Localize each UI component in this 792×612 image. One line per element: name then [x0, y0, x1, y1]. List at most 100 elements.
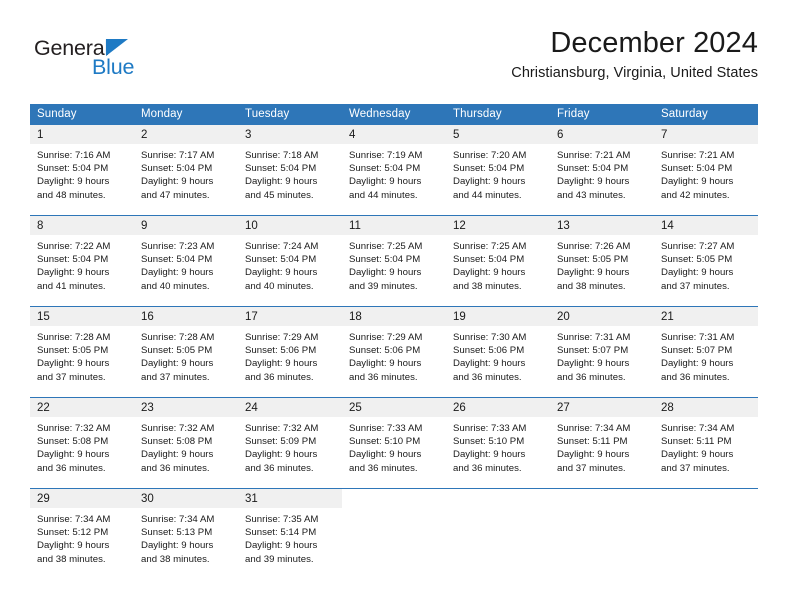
- day-cell[interactable]: 8 Sunrise: 7:22 AM Sunset: 5:04 PM Daylight…: [30, 215, 134, 307]
- sunset-text: Sunset: 5:11 PM: [661, 436, 732, 448]
- day-cell[interactable]: 30 Sunrise: 7:34 AM Sunset: 5:13 PM Dayligh…: [134, 488, 238, 579]
- daylight-text-line2: and 38 minutes.: [453, 280, 522, 292]
- day-details: Sunrise: 7:32 AM Sunset: 5:08 PM Daylight:…: [30, 417, 134, 475]
- day-number: 17: [238, 307, 342, 326]
- sunset-text: Sunset: 5:04 PM: [245, 163, 317, 175]
- sunrise-text: Sunrise: 7:33 AM: [349, 423, 423, 434]
- daylight-text-line2: and 37 minutes.: [661, 280, 730, 292]
- calendar-week-row: 22 Sunrise: 7:32 AM Sunset: 5:08 PM Dayligh…: [30, 397, 758, 489]
- day-cell[interactable]: 22 Sunrise: 7:32 AM Sunset: 5:08 PM Dayligh…: [30, 397, 134, 489]
- sunset-text: Sunset: 5:06 PM: [453, 345, 525, 357]
- daylight-text-line1: Daylight: 9 hours: [245, 176, 318, 188]
- day-cell[interactable]: 18 Sunrise: 7:29 AM Sunset: 5:06 PM Dayligh…: [342, 306, 446, 398]
- daylight-text-line2: and 38 minutes.: [141, 553, 210, 565]
- day-details: Sunrise: 7:21 AM Sunset: 5:04 PM Daylight:…: [654, 144, 758, 202]
- sunset-text: Sunset: 5:08 PM: [37, 436, 109, 448]
- day-cell[interactable]: 10 Sunrise: 7:24 AM Sunset: 5:04 PM Dayligh…: [238, 215, 342, 307]
- sunrise-text: Sunrise: 7:24 AM: [245, 241, 319, 252]
- day-cell[interactable]: 29 Sunrise: 7:34 AM Sunset: 5:12 PM Dayligh…: [30, 488, 134, 579]
- daylight-text-line2: and 36 minutes.: [349, 462, 418, 474]
- daylight-text-line1: Daylight: 9 hours: [661, 176, 734, 188]
- day-cell[interactable]: 17 Sunrise: 7:29 AM Sunset: 5:06 PM Dayligh…: [238, 306, 342, 398]
- sunrise-text: Sunrise: 7:34 AM: [661, 423, 735, 434]
- sunrise-text: Sunrise: 7:23 AM: [141, 241, 215, 252]
- daylight-text-line1: Daylight: 9 hours: [661, 358, 734, 370]
- day-number: [550, 489, 654, 508]
- daylight-text-line2: and 48 minutes.: [37, 189, 106, 201]
- daylight-text-line1: Daylight: 9 hours: [37, 358, 110, 370]
- daylight-text-line1: Daylight: 9 hours: [245, 540, 318, 552]
- day-cell[interactable]: 3 Sunrise: 7:18 AM Sunset: 5:04 PM Daylight…: [238, 125, 342, 216]
- sunrise-text: Sunrise: 7:34 AM: [557, 423, 631, 434]
- sunset-text: Sunset: 5:05 PM: [141, 345, 213, 357]
- sunrise-text: Sunrise: 7:35 AM: [245, 514, 319, 525]
- sunset-text: Sunset: 5:07 PM: [661, 345, 733, 357]
- day-details: Sunrise: 7:27 AM Sunset: 5:05 PM Daylight:…: [654, 235, 758, 293]
- day-cell[interactable]: 27 Sunrise: 7:34 AM Sunset: 5:11 PM Dayligh…: [550, 397, 654, 489]
- day-cell[interactable]: 25 Sunrise: 7:33 AM Sunset: 5:10 PM Dayligh…: [342, 397, 446, 489]
- day-number: 11: [342, 216, 446, 235]
- day-cell[interactable]: 1 Sunrise: 7:16 AM Sunset: 5:04 PM Daylight…: [30, 125, 134, 216]
- sunrise-text: Sunrise: 7:18 AM: [245, 150, 319, 161]
- day-cell[interactable]: 26 Sunrise: 7:33 AM Sunset: 5:10 PM Dayligh…: [446, 397, 550, 489]
- daylight-text-line2: and 36 minutes.: [453, 462, 522, 474]
- day-cell[interactable]: 28 Sunrise: 7:34 AM Sunset: 5:11 PM Dayligh…: [654, 397, 758, 489]
- day-cell[interactable]: 13 Sunrise: 7:26 AM Sunset: 5:05 PM Dayligh…: [550, 215, 654, 307]
- day-cell[interactable]: 31 Sunrise: 7:35 AM Sunset: 5:14 PM Dayligh…: [238, 488, 342, 579]
- day-cell[interactable]: 20 Sunrise: 7:31 AM Sunset: 5:07 PM Dayligh…: [550, 306, 654, 398]
- day-details: Sunrise: 7:19 AM Sunset: 5:04 PM Daylight:…: [342, 144, 446, 202]
- day-cell[interactable]: 15 Sunrise: 7:28 AM Sunset: 5:05 PM Dayligh…: [30, 306, 134, 398]
- day-cell[interactable]: 4 Sunrise: 7:19 AM Sunset: 5:04 PM Daylight…: [342, 125, 446, 216]
- day-number: 27: [550, 398, 654, 417]
- page-subtitle: Christiansburg, Virginia, United States: [511, 65, 758, 82]
- daylight-text-line2: and 45 minutes.: [245, 189, 314, 201]
- day-number: 23: [134, 398, 238, 417]
- calendar-body: 1 Sunrise: 7:16 AM Sunset: 5:04 PM Daylight…: [30, 125, 758, 579]
- day-cell-empty: [342, 488, 446, 579]
- weekday-header-monday: Monday: [134, 104, 238, 125]
- day-cell[interactable]: 11 Sunrise: 7:25 AM Sunset: 5:04 PM Dayligh…: [342, 215, 446, 307]
- sunrise-text: Sunrise: 7:22 AM: [37, 241, 111, 252]
- day-details: Sunrise: 7:28 AM Sunset: 5:05 PM Daylight:…: [134, 326, 238, 384]
- sunrise-text: Sunrise: 7:27 AM: [661, 241, 735, 252]
- day-cell-empty: [654, 488, 758, 579]
- day-number: 12: [446, 216, 550, 235]
- weekday-header-saturday: Saturday: [654, 104, 758, 125]
- day-cell[interactable]: 16 Sunrise: 7:28 AM Sunset: 5:05 PM Dayligh…: [134, 306, 238, 398]
- day-cell[interactable]: 21 Sunrise: 7:31 AM Sunset: 5:07 PM Dayligh…: [654, 306, 758, 398]
- sunset-text: Sunset: 5:04 PM: [349, 163, 421, 175]
- calendar-header-row: Sunday Monday Tuesday Wednesday Thursday…: [30, 104, 758, 125]
- day-cell[interactable]: 9 Sunrise: 7:23 AM Sunset: 5:04 PM Daylight…: [134, 215, 238, 307]
- day-cell[interactable]: 12 Sunrise: 7:25 AM Sunset: 5:04 PM Dayligh…: [446, 215, 550, 307]
- day-cell[interactable]: 14 Sunrise: 7:27 AM Sunset: 5:05 PM Dayligh…: [654, 215, 758, 307]
- day-number: 9: [134, 216, 238, 235]
- daylight-text-line2: and 36 minutes.: [245, 462, 314, 474]
- sunset-text: Sunset: 5:05 PM: [661, 254, 733, 266]
- page-header: General Blue December 2024 Christiansbur…: [0, 0, 792, 100]
- day-details: Sunrise: 7:29 AM Sunset: 5:06 PM Daylight:…: [238, 326, 342, 384]
- day-number: 28: [654, 398, 758, 417]
- day-number: 31: [238, 489, 342, 508]
- day-cell[interactable]: 23 Sunrise: 7:32 AM Sunset: 5:08 PM Dayligh…: [134, 397, 238, 489]
- sunset-text: Sunset: 5:04 PM: [141, 163, 213, 175]
- sunset-text: Sunset: 5:04 PM: [37, 254, 109, 266]
- sunrise-text: Sunrise: 7:25 AM: [349, 241, 423, 252]
- daylight-text-line2: and 37 minutes.: [37, 371, 106, 383]
- day-cell[interactable]: 7 Sunrise: 7:21 AM Sunset: 5:04 PM Daylight…: [654, 125, 758, 216]
- day-cell[interactable]: 19 Sunrise: 7:30 AM Sunset: 5:06 PM Dayligh…: [446, 306, 550, 398]
- sunset-text: Sunset: 5:04 PM: [141, 254, 213, 266]
- sunset-text: Sunset: 5:08 PM: [141, 436, 213, 448]
- daylight-text-line1: Daylight: 9 hours: [557, 358, 630, 370]
- day-number: 10: [238, 216, 342, 235]
- day-cell[interactable]: 6 Sunrise: 7:21 AM Sunset: 5:04 PM Daylight…: [550, 125, 654, 216]
- day-cell[interactable]: 5 Sunrise: 7:20 AM Sunset: 5:04 PM Daylight…: [446, 125, 550, 216]
- day-number: [342, 489, 446, 508]
- day-cell[interactable]: 24 Sunrise: 7:32 AM Sunset: 5:09 PM Dayligh…: [238, 397, 342, 489]
- daylight-text-line1: Daylight: 9 hours: [349, 267, 422, 279]
- sunset-text: Sunset: 5:05 PM: [557, 254, 629, 266]
- day-cell[interactable]: 2 Sunrise: 7:17 AM Sunset: 5:04 PM Daylight…: [134, 125, 238, 216]
- daylight-text-line2: and 38 minutes.: [557, 280, 626, 292]
- sunrise-text: Sunrise: 7:17 AM: [141, 150, 215, 161]
- daylight-text-line2: and 36 minutes.: [349, 371, 418, 383]
- calendar-week-row: 8 Sunrise: 7:22 AM Sunset: 5:04 PM Daylight…: [30, 215, 758, 307]
